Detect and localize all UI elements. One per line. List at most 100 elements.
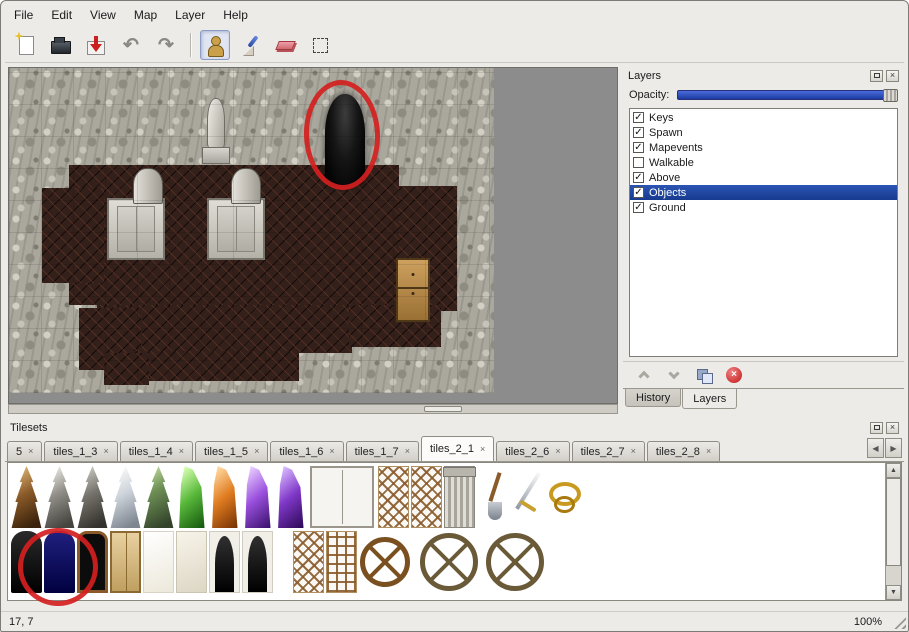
layer-visibility-checkbox[interactable]: ✓ (633, 172, 644, 183)
palette-tile-arch[interactable] (242, 531, 273, 593)
menu-item-view[interactable]: View (81, 5, 125, 25)
map-hscroll-handle[interactable] (424, 406, 462, 412)
resize-grip[interactable] (893, 616, 906, 629)
palette-tile-column[interactable] (444, 466, 475, 528)
opacity-slider-handle[interactable] (883, 89, 898, 102)
layer-row[interactable]: ✓Ground (630, 200, 897, 215)
layer-list[interactable]: ✓Keys✓Spawn✓MapeventsWalkable✓Above✓Obje… (629, 108, 898, 357)
menu-item-edit[interactable]: Edit (42, 5, 81, 25)
layer-row[interactable]: ✓Objects (630, 185, 897, 200)
palette-tile-arch[interactable] (209, 531, 240, 593)
palette-tile-pale2[interactable] (176, 531, 207, 593)
tab-close-icon[interactable]: × (405, 447, 410, 456)
layer-visibility-checkbox[interactable]: ✓ (633, 202, 644, 213)
new-file-button[interactable] (11, 30, 41, 60)
tileset-tab-tiles_1_4[interactable]: tiles_1_4× (120, 441, 193, 461)
panel-tab-layers[interactable]: Layers (682, 389, 737, 409)
palette-tile-tool-shovel[interactable] (480, 466, 511, 528)
tileset-tab-5[interactable]: 5× (7, 441, 42, 461)
undo-button[interactable]: ↶ (116, 30, 146, 60)
map-object-statue[interactable] (202, 98, 230, 164)
layer-row[interactable]: Walkable (630, 155, 897, 170)
tab-close-icon[interactable]: × (254, 447, 259, 456)
layer-row[interactable]: ✓Mapevents (630, 140, 897, 155)
menu-item-map[interactable]: Map (125, 5, 166, 25)
delete-layer-button[interactable]: × (721, 364, 747, 386)
layer-visibility-checkbox[interactable]: ✓ (633, 187, 644, 198)
map-object-platform[interactable] (107, 198, 165, 260)
palette-tile-spire-ice[interactable] (110, 466, 141, 528)
move-layer-down-button[interactable] (661, 364, 687, 386)
map-canvas[interactable] (8, 67, 618, 404)
palette-tile-crystal-orange[interactable] (209, 466, 240, 528)
tab-close-icon[interactable]: × (631, 447, 636, 456)
brush-tool-button[interactable] (235, 30, 265, 60)
menu-item-help[interactable]: Help (214, 5, 257, 25)
layer-row[interactable]: ✓Above (630, 170, 897, 185)
tab-close-icon[interactable]: × (555, 447, 560, 456)
palette-tile-tile-navy[interactable] (44, 531, 75, 593)
tileset-tab-tiles_1_3[interactable]: tiles_1_3× (44, 441, 117, 461)
tileset-tab-tiles_2_6[interactable]: tiles_2_6× (496, 441, 569, 461)
palette-tile-wheel-big[interactable] (420, 533, 478, 591)
layer-row[interactable]: ✓Keys (630, 110, 897, 125)
layers-close-button[interactable]: × (886, 70, 899, 82)
redo-button[interactable]: ↷ (151, 30, 181, 60)
palette-vertical-scrollbar[interactable]: ▲ ▼ (885, 463, 901, 600)
eraser-tool-button[interactable] (270, 30, 300, 60)
tileset-tab-tiles_2_1[interactable]: tiles_2_1× (421, 436, 494, 461)
tab-close-icon[interactable]: × (329, 447, 334, 456)
tileset-tab-tiles_1_7[interactable]: tiles_1_7× (346, 441, 419, 461)
map-object-cabinet[interactable] (396, 258, 430, 322)
tab-close-icon[interactable]: × (480, 445, 485, 454)
map-view[interactable] (9, 68, 494, 393)
duplicate-layer-button[interactable] (691, 364, 717, 386)
palette-vscroll-handle[interactable] (886, 478, 901, 566)
palette-tile-spire-gray2[interactable] (77, 466, 108, 528)
move-layer-up-button[interactable] (631, 364, 657, 386)
tile-palette[interactable] (8, 463, 885, 600)
scroll-down-button[interactable]: ▼ (886, 585, 901, 600)
palette-tile-spire-brown[interactable] (11, 466, 42, 528)
palette-tile-tile-black[interactable] (11, 531, 42, 593)
palette-tile-door-tan[interactable] (110, 531, 141, 593)
palette-tile-spire-gray[interactable] (44, 466, 75, 528)
map-object-dark-figure[interactable] (325, 94, 365, 186)
palette-tile-lattice-cross[interactable] (326, 531, 357, 593)
layer-visibility-checkbox[interactable]: ✓ (633, 127, 644, 138)
palette-tile-lattice[interactable] (293, 531, 324, 593)
palette-tile-crystal-purple2[interactable] (275, 466, 306, 528)
menu-item-layer[interactable]: Layer (166, 5, 214, 25)
palette-tile-lattice[interactable] (411, 466, 442, 528)
tilesets-float-button[interactable] (870, 422, 883, 434)
opacity-slider[interactable] (677, 90, 898, 100)
layer-visibility-checkbox[interactable] (633, 157, 644, 168)
layer-visibility-checkbox[interactable]: ✓ (633, 142, 644, 153)
palette-tile-tool-rope[interactable] (546, 466, 577, 528)
layer-row[interactable]: ✓Spawn (630, 125, 897, 140)
palette-tile-lattice[interactable] (378, 466, 409, 528)
menu-item-file[interactable]: File (5, 5, 42, 25)
selection-tool-button[interactable] (305, 30, 335, 60)
map-object-gravestone[interactable] (133, 168, 163, 204)
palette-tile-spire-green[interactable] (143, 466, 174, 528)
tileset-tab-tiles_1_6[interactable]: tiles_1_6× (270, 441, 343, 461)
map-object-gravestone[interactable] (231, 168, 261, 204)
open-button[interactable] (46, 30, 76, 60)
palette-tile-wheel[interactable] (360, 537, 410, 587)
scroll-tabs-left-button[interactable]: ◀ (867, 438, 884, 458)
tileset-tab-tiles_2_7[interactable]: tiles_2_7× (572, 441, 645, 461)
tileset-tab-tiles_1_5[interactable]: tiles_1_5× (195, 441, 268, 461)
layer-visibility-checkbox[interactable]: ✓ (633, 112, 644, 123)
map-object-platform[interactable] (207, 198, 265, 260)
palette-tile-pale[interactable] (143, 531, 174, 593)
tilesets-close-button[interactable]: × (886, 422, 899, 434)
save-button[interactable] (81, 30, 111, 60)
panel-tab-history[interactable]: History (625, 389, 681, 407)
tab-close-icon[interactable]: × (706, 447, 711, 456)
palette-tile-tool-sword[interactable] (513, 466, 544, 528)
map-horizontal-scrollbar[interactable] (8, 404, 618, 414)
tab-close-icon[interactable]: × (103, 447, 108, 456)
tileset-tab-tiles_2_8[interactable]: tiles_2_8× (647, 441, 720, 461)
layers-float-button[interactable] (870, 70, 883, 82)
